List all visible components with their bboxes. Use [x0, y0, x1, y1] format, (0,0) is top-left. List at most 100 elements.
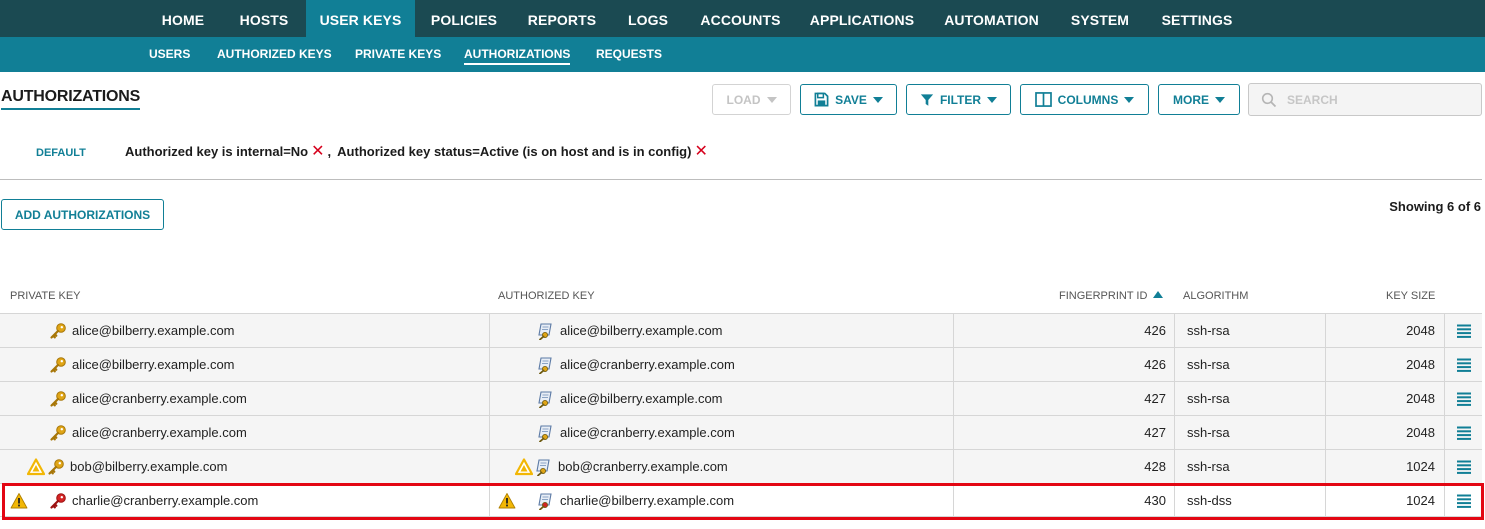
filter-button[interactable]: FILTER	[906, 84, 1011, 115]
default-filter-link[interactable]: DEFAULT	[36, 147, 86, 159]
column-divider	[1174, 348, 1175, 381]
notice-icon	[515, 458, 533, 476]
save-button-label: SAVE	[835, 92, 867, 107]
table-row[interactable]: bob@bilberry.example.com bob@cranberry.e…	[0, 449, 1482, 483]
notice-icon	[27, 458, 45, 476]
cell-key-size: 2048	[1406, 425, 1435, 440]
key-certificate-icon	[538, 425, 552, 442]
subnav-requests-label: REQUESTS	[596, 47, 663, 61]
table-row[interactable]: alice@cranberry.example.com alice@cranbe…	[0, 415, 1482, 449]
row-menu-icon[interactable]	[1456, 425, 1472, 441]
filter-separator: ,	[327, 144, 332, 159]
nav-accounts[interactable]: ACCOUNTS	[685, 0, 796, 37]
column-divider	[489, 416, 490, 449]
divider	[0, 179, 1482, 180]
column-divider	[1174, 450, 1175, 483]
cell-algorithm: ssh-dss	[1187, 493, 1232, 508]
subnav-requests[interactable]: REQUESTS	[596, 37, 662, 72]
result-count: Showing 6 of 6	[1389, 199, 1481, 214]
remove-filter-icon[interactable]: ✕	[694, 143, 707, 159]
top-nav: HOME HOSTS USER KEYS POLICIES REPORTS LO…	[0, 0, 1485, 37]
cell-private-key[interactable]: charlie@cranberry.example.com	[72, 484, 258, 517]
cell-algorithm: ssh-rsa	[1187, 459, 1230, 474]
cell-private-key[interactable]: alice@cranberry.example.com	[72, 382, 247, 415]
nav-settings[interactable]: SETTINGS	[1145, 0, 1249, 37]
table-row[interactable]: alice@cranberry.example.com alice@bilber…	[0, 381, 1482, 415]
column-divider	[1325, 314, 1326, 347]
cell-private-key[interactable]: alice@bilberry.example.com	[72, 314, 235, 347]
row-menu-icon[interactable]	[1456, 323, 1472, 339]
subnav-authorized-keys[interactable]: AUTHORIZED KEYS	[217, 37, 332, 72]
row-menu-icon[interactable]	[1456, 391, 1472, 407]
nav-policies[interactable]: POLICIES	[415, 0, 513, 37]
column-divider	[1174, 484, 1175, 517]
nav-automation[interactable]: AUTOMATION	[928, 0, 1055, 37]
key-certificate-icon	[538, 357, 552, 374]
add-authorizations-button[interactable]: ADD AUTHORIZATIONS	[1, 199, 164, 230]
cell-fingerprint-id: 430	[1144, 493, 1166, 508]
row-menu-icon[interactable]	[1456, 493, 1472, 509]
save-button[interactable]: SAVE	[800, 84, 897, 115]
nav-home[interactable]: HOME	[144, 0, 222, 37]
nav-user-keys[interactable]: USER KEYS	[306, 0, 415, 37]
cell-authorized-key[interactable]: alice@bilberry.example.com	[560, 314, 723, 347]
subnav-users[interactable]: USERS	[149, 37, 190, 72]
cell-authorized-key[interactable]: alice@bilberry.example.com	[560, 382, 723, 415]
cell-fingerprint-id: 427	[1144, 425, 1166, 440]
chevron-down-icon	[766, 97, 777, 103]
cell-authorized-key[interactable]: charlie@bilberry.example.com	[560, 484, 734, 517]
row-menu-icon[interactable]	[1456, 357, 1472, 373]
column-header-fingerprint-id[interactable]: FINGERPRINT ID	[1059, 290, 1164, 302]
cell-fingerprint-id: 427	[1144, 391, 1166, 406]
column-divider	[1325, 416, 1326, 449]
key-certificate-icon	[536, 459, 550, 476]
table-row[interactable]: alice@bilberry.example.com alice@bilberr…	[0, 313, 1482, 347]
cell-key-size: 2048	[1406, 391, 1435, 406]
column-header-authorized-key[interactable]: AUTHORIZED KEY	[498, 290, 595, 302]
nav-logs[interactable]: LOGS	[611, 0, 685, 37]
nav-hosts[interactable]: HOSTS	[222, 0, 306, 37]
column-divider	[953, 416, 954, 449]
cell-algorithm: ssh-rsa	[1187, 391, 1230, 406]
cell-fingerprint-id: 428	[1144, 459, 1166, 474]
warning-icon	[10, 493, 28, 509]
cell-private-key[interactable]: bob@bilberry.example.com	[70, 450, 227, 483]
filter-chip-label: Authorized key status=Active (is on host…	[337, 144, 692, 159]
red-key-icon	[50, 493, 66, 509]
load-button[interactable]: LOAD	[712, 84, 791, 115]
chevron-down-icon	[872, 97, 883, 103]
column-header-private-key[interactable]: PRIVATE KEY	[10, 290, 81, 302]
cell-authorized-key[interactable]: alice@cranberry.example.com	[560, 348, 735, 381]
cell-authorized-key[interactable]: alice@cranberry.example.com	[560, 416, 735, 449]
cell-key-size: 1024	[1406, 493, 1435, 508]
subnav-private-keys[interactable]: PRIVATE KEYS	[355, 37, 441, 72]
cell-fingerprint-id: 426	[1144, 357, 1166, 372]
cell-private-key[interactable]: alice@bilberry.example.com	[72, 348, 235, 381]
nav-applications[interactable]: APPLICATIONS	[796, 0, 928, 37]
table-row[interactable]: alice@bilberry.example.com alice@cranber…	[0, 347, 1482, 381]
columns-icon	[1034, 92, 1052, 107]
column-divider	[1325, 348, 1326, 381]
cell-private-key[interactable]: alice@cranberry.example.com	[72, 416, 247, 449]
table-header: PRIVATE KEY AUTHORIZED KEY FINGERPRINT I…	[0, 290, 1482, 314]
subnav-authorizations[interactable]: AUTHORIZATIONS	[464, 37, 571, 72]
nav-reports[interactable]: REPORTS	[513, 0, 611, 37]
column-header-key-size[interactable]: KEY SIZE	[1386, 290, 1435, 302]
gold-key-icon	[50, 391, 66, 407]
filter-button-label: FILTER	[939, 92, 982, 107]
column-divider	[1174, 416, 1175, 449]
search-input[interactable]	[1287, 92, 1467, 107]
search-icon	[1261, 92, 1277, 108]
remove-filter-icon[interactable]: ✕	[311, 143, 324, 159]
chevron-down-icon	[1215, 97, 1225, 103]
column-divider	[1325, 484, 1326, 517]
subnav-authorized-keys-label: AUTHORIZED KEYS	[217, 47, 332, 61]
table-row[interactable]: charlie@cranberry.example.com charlie@bi…	[0, 483, 1482, 517]
row-menu-icon[interactable]	[1456, 459, 1472, 475]
column-header-algorithm[interactable]: ALGORITHM	[1183, 290, 1248, 302]
columns-button[interactable]: COLUMNS	[1020, 84, 1149, 115]
more-button[interactable]: MORE	[1158, 84, 1240, 115]
cell-authorized-key[interactable]: bob@cranberry.example.com	[558, 450, 728, 483]
nav-system[interactable]: SYSTEM	[1055, 0, 1145, 37]
cell-algorithm: ssh-rsa	[1187, 357, 1230, 372]
